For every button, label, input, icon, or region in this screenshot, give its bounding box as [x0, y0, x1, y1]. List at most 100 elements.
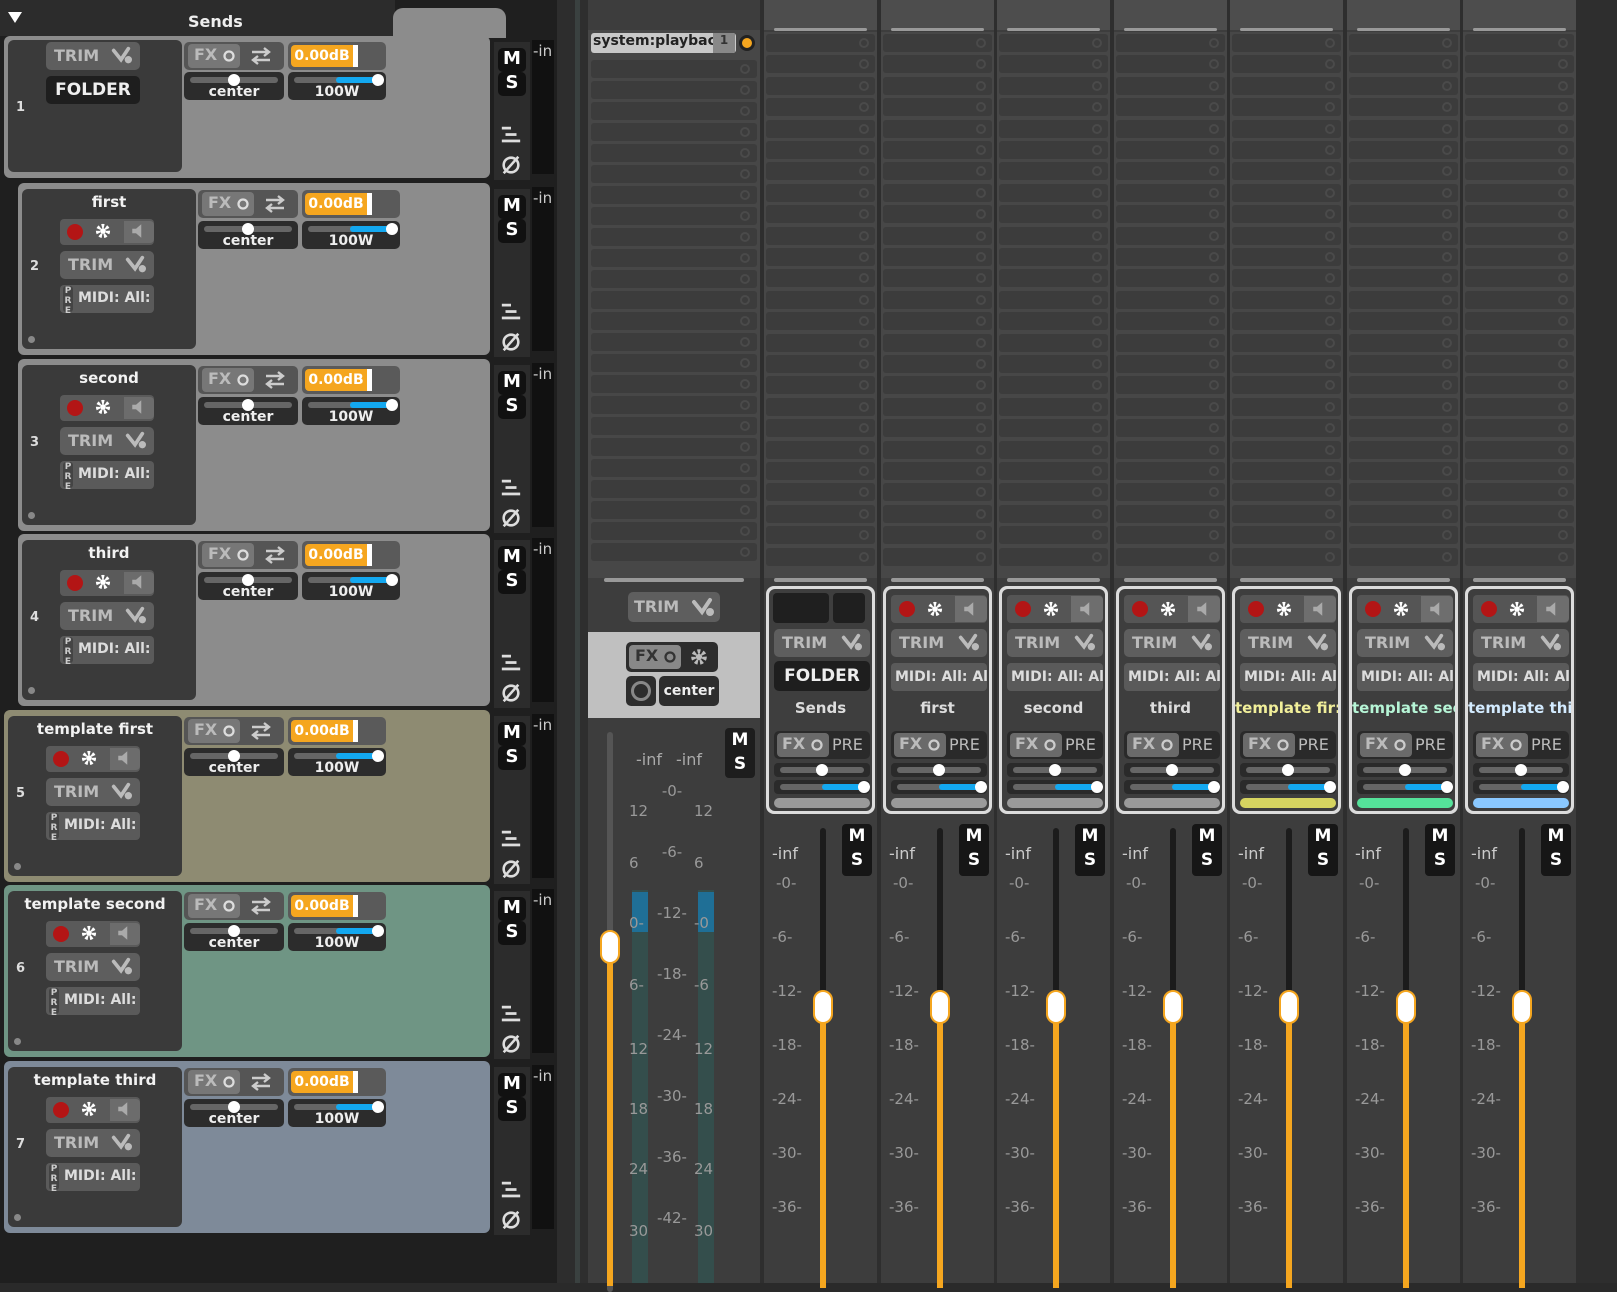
- midi-input-button[interactable]: PRE MIDI: All:: [46, 1163, 140, 1194]
- gear-icon[interactable]: [1041, 599, 1061, 623]
- processor-slot[interactable]: [1465, 290, 1574, 309]
- processor-slot[interactable]: [1465, 333, 1574, 352]
- strip-name[interactable]: template fir:: [1235, 699, 1338, 717]
- strip-trim-button[interactable]: TRIM: [1357, 629, 1453, 657]
- strip-solo-button[interactable]: S: [1425, 848, 1455, 872]
- speaker-icon[interactable]: [1421, 596, 1453, 622]
- processor-slot[interactable]: [883, 55, 992, 74]
- processor-slot[interactable]: [1465, 269, 1574, 288]
- fx-group[interactable]: FX: [184, 892, 284, 920]
- swap-icon[interactable]: [248, 719, 274, 747]
- processor-slot[interactable]: [1116, 312, 1225, 331]
- fx-button[interactable]: FX: [202, 192, 254, 216]
- processor-slot[interactable]: [999, 119, 1108, 138]
- swap-icon[interactable]: [262, 543, 288, 571]
- speaker-icon[interactable]: [124, 572, 154, 594]
- record-button[interactable]: [53, 1102, 69, 1118]
- processor-slot[interactable]: [883, 269, 992, 288]
- automation-icon[interactable]: [500, 301, 522, 327]
- processor-slot[interactable]: [1116, 462, 1225, 480]
- track-row[interactable]: 3 second TRIM PRE MIDI: All: FX 0.00dB center 10…: [18, 359, 490, 531]
- fader-knob[interactable]: [1279, 990, 1299, 1024]
- fx-button[interactable]: FX: [188, 894, 240, 918]
- strip-solo-button[interactable]: S: [842, 848, 872, 872]
- master-fader-knob[interactable]: [600, 930, 620, 964]
- processor-slot[interactable]: [766, 205, 875, 224]
- gain-control[interactable]: 0.00dB: [288, 42, 386, 70]
- pan-knob[interactable]: [933, 764, 945, 776]
- pan-slider[interactable]: center: [198, 397, 298, 425]
- record-button[interactable]: [1248, 601, 1264, 617]
- strip-width-slider[interactable]: [1124, 780, 1220, 794]
- speaker-icon[interactable]: [110, 1099, 140, 1121]
- folder-input-button[interactable]: [773, 593, 829, 623]
- strip-fx-group[interactable]: FX PRE: [1007, 731, 1103, 759]
- processor-slot[interactable]: [1116, 333, 1225, 352]
- strip-name[interactable]: second: [1002, 699, 1105, 717]
- track-row[interactable]: 4 third TRIM PRE MIDI: All: FX 0.00dB center 100…: [18, 534, 490, 706]
- processor-slot[interactable]: [591, 123, 757, 141]
- processor-slot[interactable]: [883, 290, 992, 309]
- pan-knob[interactable]: [816, 764, 828, 776]
- processor-slot[interactable]: [591, 459, 757, 477]
- track-row[interactable]: 5 template first TRIM PRE MIDI: All: FX 0.00dB…: [4, 710, 490, 882]
- processor-slot[interactable]: [1349, 248, 1458, 266]
- strip-name[interactable]: template sec: [1352, 699, 1455, 717]
- processor-slot[interactable]: [999, 526, 1108, 545]
- processor-slot[interactable]: [1349, 162, 1458, 181]
- processor-slot[interactable]: [1465, 355, 1574, 373]
- width-knob[interactable]: [1091, 781, 1103, 793]
- pan-slider[interactable]: center: [184, 72, 284, 100]
- strip-fx-group[interactable]: FX PRE: [891, 731, 987, 759]
- processor-slot[interactable]: [1232, 504, 1341, 523]
- processor-slot[interactable]: [1116, 98, 1225, 117]
- record-button[interactable]: [67, 400, 83, 416]
- width-slider[interactable]: 100W: [288, 1099, 386, 1127]
- processor-slot[interactable]: [766, 290, 875, 309]
- processor-slot[interactable]: [591, 270, 757, 288]
- processor-slot[interactable]: [1465, 183, 1574, 202]
- processor-slot[interactable]: [766, 76, 875, 95]
- processor-slot[interactable]: [766, 119, 875, 138]
- strip-processor-box[interactable]: [764, 32, 877, 578]
- processor-slot[interactable]: [1232, 248, 1341, 266]
- processor-slot[interactable]: [1465, 205, 1574, 224]
- processor-slot[interactable]: [1349, 376, 1458, 395]
- record-button[interactable]: [53, 751, 69, 767]
- master-trim-button[interactable]: TRIM: [628, 592, 720, 622]
- processor-slot[interactable]: [1232, 440, 1341, 459]
- record-button[interactable]: [1365, 601, 1381, 617]
- midi-input-button[interactable]: PRE MIDI: All:: [60, 636, 154, 667]
- processor-slot[interactable]: [1465, 462, 1574, 480]
- processor-slot[interactable]: [591, 333, 757, 351]
- processor-slot[interactable]: [1465, 376, 1574, 395]
- processor-slot[interactable]: [1349, 440, 1458, 459]
- pan-slider[interactable]: center: [198, 572, 298, 600]
- strip-fx-button[interactable]: FX: [1476, 733, 1528, 757]
- processor-slot[interactable]: [1465, 397, 1574, 416]
- processor-slot[interactable]: [591, 522, 757, 540]
- phase-invert-icon[interactable]: [500, 1033, 522, 1059]
- processor-slot[interactable]: [1349, 205, 1458, 224]
- fx-button[interactable]: FX: [202, 368, 254, 392]
- processor-slot[interactable]: [883, 76, 992, 95]
- strip-solo-button[interactable]: S: [1541, 848, 1571, 872]
- processor-slot[interactable]: [591, 312, 757, 330]
- strip-solo-button[interactable]: S: [1075, 848, 1105, 872]
- speaker-icon[interactable]: [110, 748, 140, 770]
- pan-knob[interactable]: [1515, 764, 1527, 776]
- processor-slot[interactable]: [999, 504, 1108, 523]
- processor-slot[interactable]: [1116, 76, 1225, 95]
- processor-slot[interactable]: [1232, 376, 1341, 395]
- gain-control[interactable]: 0.00dB: [288, 717, 386, 745]
- width-knob[interactable]: [975, 781, 987, 793]
- processor-slot[interactable]: [1232, 55, 1341, 74]
- strip-trim-button[interactable]: TRIM: [891, 629, 987, 657]
- strip-mute-button[interactable]: M: [842, 824, 872, 848]
- strip-width-slider[interactable]: [1240, 780, 1336, 794]
- processor-slot[interactable]: [883, 547, 992, 566]
- processor-slot[interactable]: [1465, 312, 1574, 331]
- gear-icon[interactable]: [1274, 599, 1294, 623]
- processor-slot[interactable]: [883, 526, 992, 545]
- strip-fx-button[interactable]: FX: [777, 733, 829, 757]
